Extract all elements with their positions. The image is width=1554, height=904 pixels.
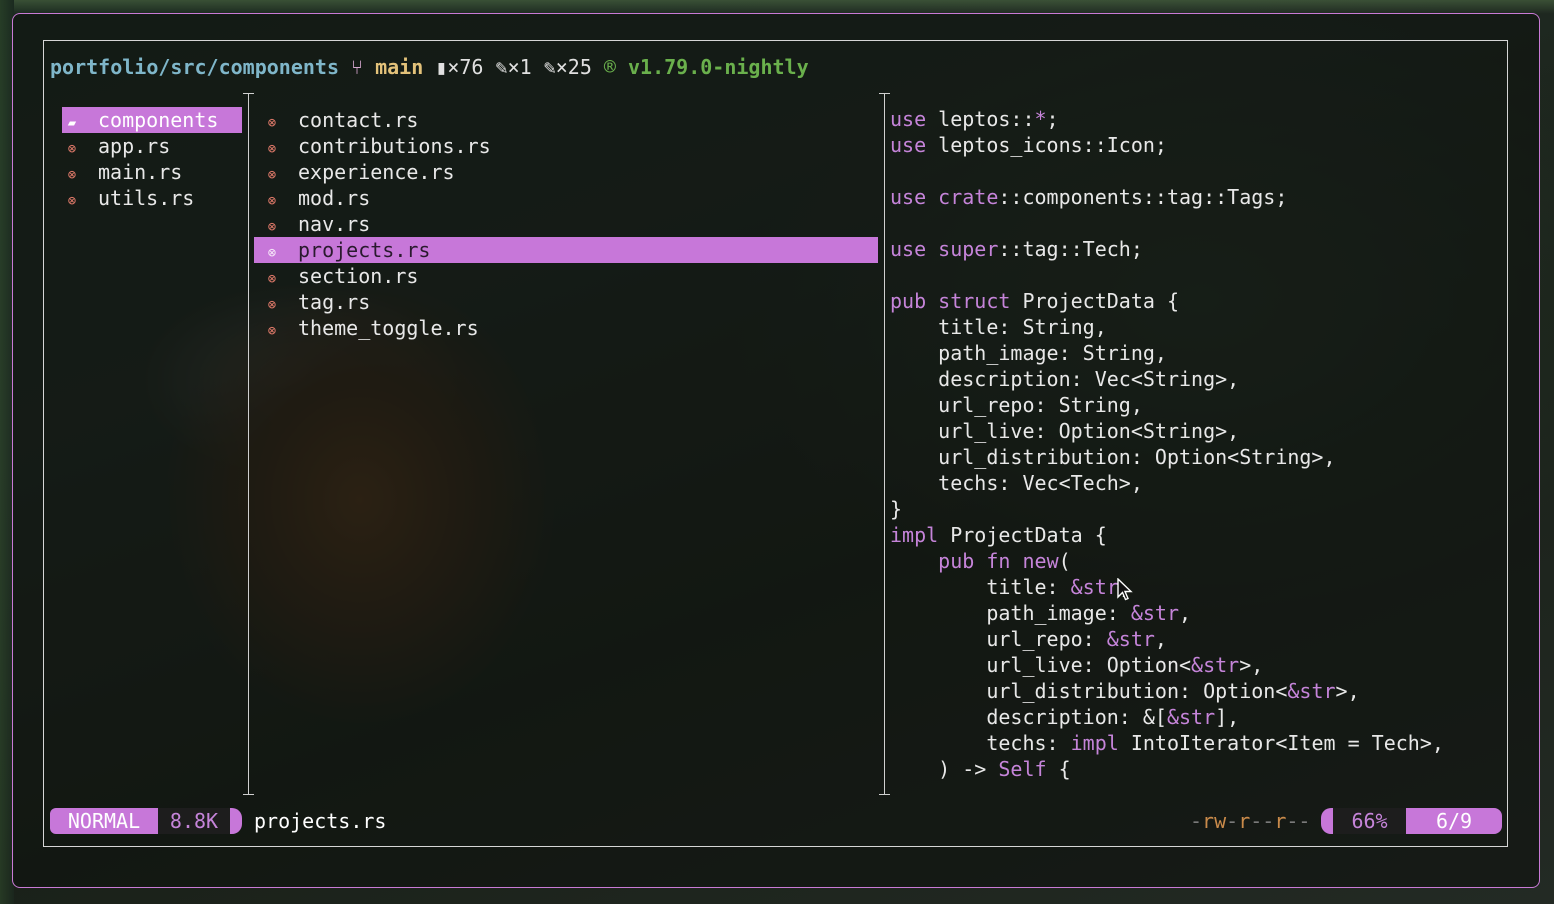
parent-item-app[interactable]: ⊗ app.rs — [62, 133, 242, 159]
file-item-contact[interactable]: ⊗ contact.rs — [254, 107, 878, 133]
code-line: url_live: Option<&str>, — [890, 653, 1264, 677]
header-bar: portfolio/src/components ⑂ main ▮×76 ✎×1… — [50, 54, 809, 80]
file-plus-icon: ✎ — [543, 55, 556, 79]
parent-item-utils[interactable]: ⊗ utils.rs — [62, 185, 242, 211]
file-size: 8.8K — [158, 808, 230, 834]
pane-separator-right[interactable] — [879, 93, 890, 795]
file-item-theme-toggle[interactable]: ⊗ theme_toggle.rs — [254, 315, 878, 341]
code-line: use leptos_icons::Icon; — [890, 133, 1167, 157]
rust-icon: ® — [603, 55, 616, 79]
code-line: path_image: String, — [890, 341, 1167, 365]
rust-version: v1.79.0-nightly — [628, 55, 809, 79]
mode-indicator: NORMAL — [50, 808, 158, 834]
code-line: ) -> Self { — [890, 757, 1071, 781]
code-line: path_image: &str, — [890, 601, 1192, 625]
file-item-tag[interactable]: ⊗ tag.rs — [254, 289, 878, 315]
code-line: url_distribution: Option<String>, — [890, 445, 1336, 469]
file-preview[interactable]: use leptos::*; use leptos_icons::Icon;use… — [890, 106, 1444, 782]
cursor-position: 6/9 — [1406, 808, 1502, 834]
file-icon: ▮ — [435, 55, 448, 79]
parent-item-main[interactable]: ⊗ main.rs — [62, 159, 242, 185]
file-item-projects[interactable]: ⊗ projects.rs — [254, 237, 878, 263]
status-filename: projects.rs — [254, 809, 387, 833]
file-item-contributions[interactable]: ⊗ contributions.rs — [254, 133, 878, 159]
code-line: pub fn new( — [938, 549, 1071, 573]
file-item-mod[interactable]: ⊗ mod.rs — [254, 185, 878, 211]
scroll-percent: 66% — [1333, 808, 1406, 834]
git-branch: main — [375, 55, 424, 79]
rust-file-icon: ⊗ — [67, 193, 77, 209]
file-item-section[interactable]: ⊗ section.rs — [254, 263, 878, 289]
current-path: portfolio/src/components — [50, 55, 339, 79]
stat-added: ×25 — [555, 55, 592, 79]
code-line: title: String, — [890, 315, 1107, 339]
code-line: description: Vec<String>, — [890, 367, 1240, 391]
file-permissions: -rw-r--r-- — [1190, 809, 1311, 833]
stat-modified: ×1 — [507, 55, 532, 79]
code-line: url_live: Option<String>, — [890, 419, 1240, 443]
rust-file-icon: ⊗ — [267, 323, 277, 339]
code-line: title: &str, — [890, 575, 1131, 599]
status-cap-right — [1321, 808, 1333, 834]
parent-item-components[interactable]: ▰ components — [62, 107, 242, 133]
file-item-nav[interactable]: ⊗ nav.rs — [254, 211, 878, 237]
code-line: description: &[&str], — [890, 705, 1240, 729]
code-line: url_distribution: Option<&str>, — [890, 679, 1360, 703]
stat-files: ×76 — [447, 55, 484, 79]
code-line: use crate::components::tag::Tags; — [890, 185, 1288, 209]
code-line: url_repo: String, — [890, 393, 1143, 417]
file-item-experience[interactable]: ⊗ experience.rs — [254, 159, 878, 185]
pane-separator-left[interactable] — [243, 93, 254, 795]
code-line: techs: impl IntoIterator<Item = Tech>, — [890, 731, 1444, 755]
code-line: pub struct ProjectData { — [890, 289, 1179, 313]
code-line: impl ProjectData { — [890, 523, 1107, 547]
code-line: use leptos::*; — [890, 107, 1059, 131]
git-branch-icon: ⑂ — [351, 55, 364, 79]
mouse-cursor-icon — [1117, 578, 1133, 601]
edit-icon: ✎ — [495, 55, 508, 79]
code-line: } — [890, 497, 903, 521]
code-line: use super::tag::Tech; — [890, 237, 1143, 261]
code-line: url_repo: &str, — [890, 627, 1167, 651]
code-line: techs: Vec<Tech>, — [890, 471, 1143, 495]
